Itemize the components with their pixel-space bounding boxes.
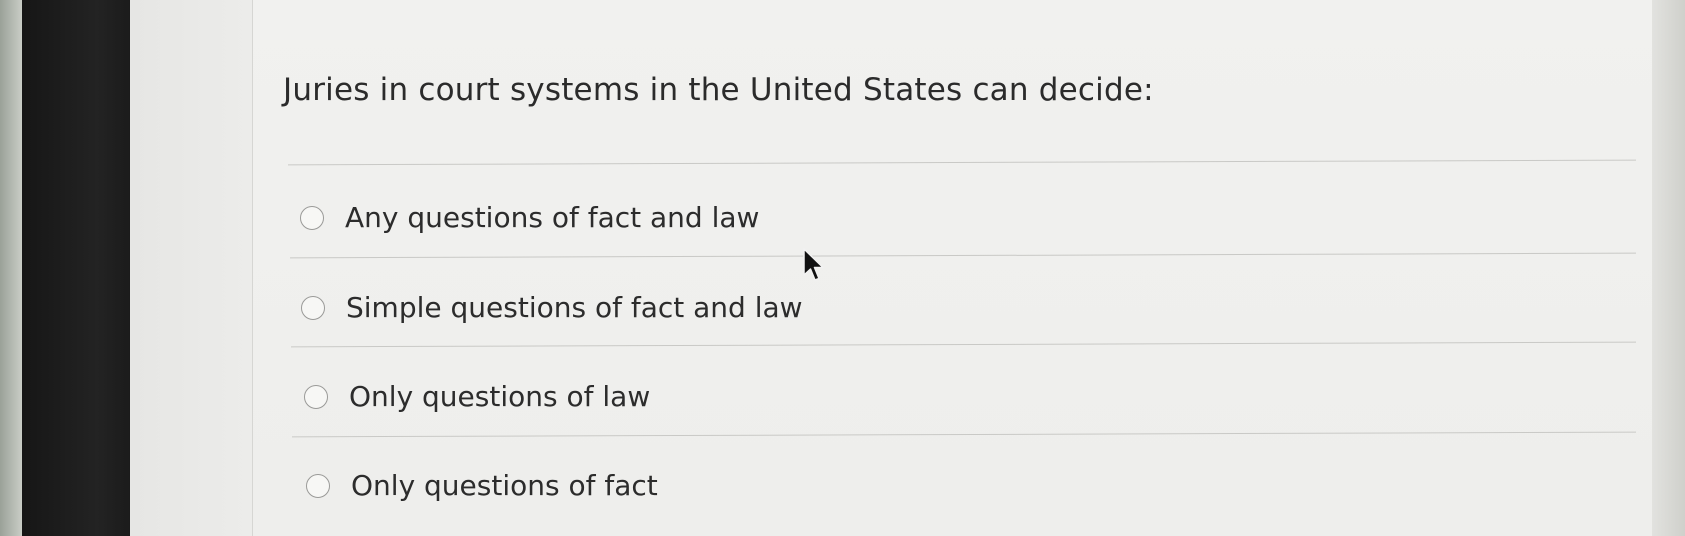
- answer-option-label: Only questions of law: [349, 380, 651, 413]
- answer-option-1[interactable]: Any questions of fact and law: [300, 201, 759, 234]
- mouse-pointer-icon: [803, 248, 824, 281]
- radio-button-icon[interactable]: [301, 295, 325, 320]
- answer-option-2[interactable]: Simple questions of fact and law: [301, 291, 803, 324]
- radio-button-icon[interactable]: [306, 473, 330, 498]
- radio-button-icon[interactable]: [304, 384, 328, 409]
- radio-button-icon[interactable]: [300, 205, 324, 230]
- answer-option-label: Simple questions of fact and law: [346, 291, 803, 324]
- option-divider: [291, 341, 1636, 348]
- option-divider: [290, 252, 1636, 259]
- answer-option-4[interactable]: Only questions of fact: [306, 469, 658, 502]
- option-divider: [292, 431, 1636, 438]
- answer-option-label: Any questions of fact and law: [345, 201, 760, 234]
- answer-option-label: Only questions of fact: [351, 469, 658, 502]
- answer-options: Any questions of fact and law Simple que…: [0, 0, 1685, 536]
- answer-option-3[interactable]: Only questions of law: [304, 380, 650, 413]
